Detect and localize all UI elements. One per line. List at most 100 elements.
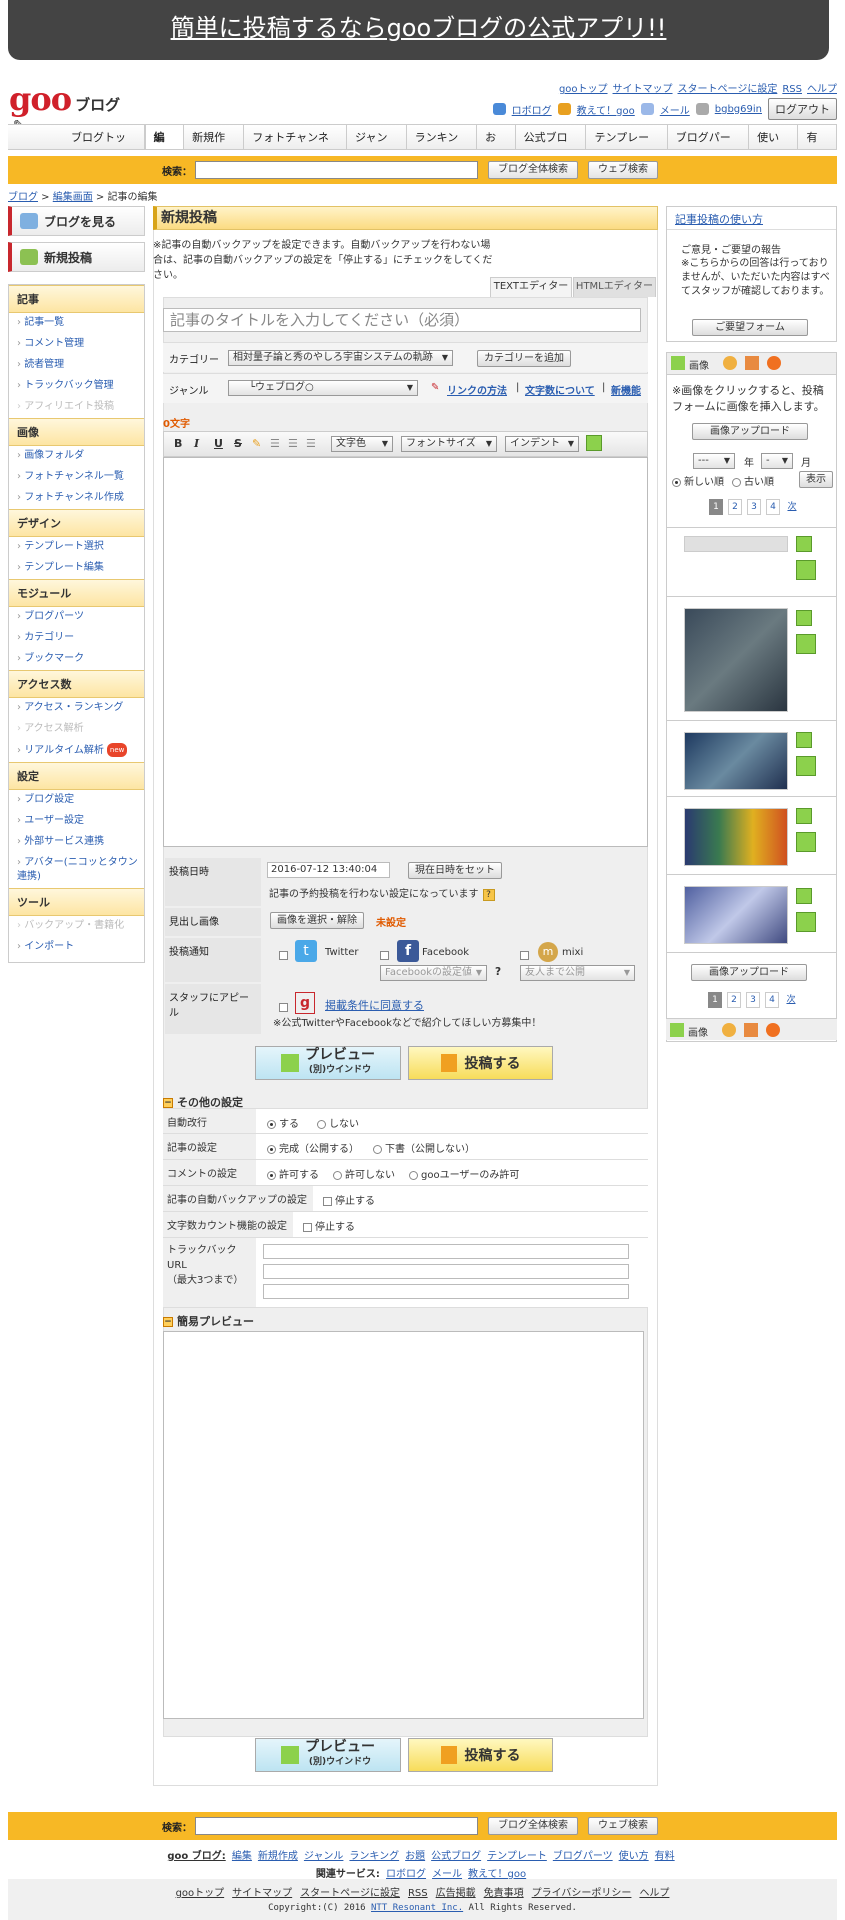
footer-search-input[interactable] — [195, 1817, 478, 1835]
help-link[interactable]: 記事投稿の使い方 — [675, 211, 763, 227]
nav-howto[interactable]: 使い方 — [749, 125, 799, 169]
sidebar-item-realtime[interactable]: リアルタイム解析new — [9, 740, 144, 762]
bottom-link[interactable]: 免責事項 — [484, 1888, 524, 1899]
page-next[interactable]: 次 — [784, 993, 798, 1009]
italic-button[interactable]: I — [194, 437, 199, 450]
month-select[interactable]: - — [761, 453, 793, 469]
nav-new[interactable]: 新規作成 — [184, 125, 245, 169]
link-oshiete[interactable]: 教えて！goo — [577, 102, 635, 117]
emoji-tab-icon[interactable] — [723, 356, 737, 370]
add-category-button[interactable]: カテゴリーを追加 — [477, 350, 571, 367]
facebook-setting-select[interactable]: Facebookの設定値 — [380, 965, 487, 981]
goo-blog-logo[interactable]: gooブログ✎ — [9, 80, 124, 134]
page-1[interactable]: 1 — [709, 499, 723, 515]
sidebar-item-article-list[interactable]: 記事一覧 — [9, 313, 144, 334]
radio-oldest[interactable] — [732, 477, 741, 487]
footer-link[interactable]: 新規作成 — [258, 1851, 298, 1862]
link-char-about[interactable]: 文字数について — [525, 382, 595, 397]
preview-heading[interactable]: − 簡易プレビュー — [163, 1313, 254, 1329]
logout-button[interactable]: ログアウト — [768, 98, 837, 120]
radio-goo-only[interactable] — [409, 1170, 418, 1180]
bottom-link[interactable]: 広告掲載 — [436, 1888, 476, 1899]
footer-web-search-button[interactable]: ウェブ検索 — [588, 1817, 658, 1835]
nav-ranking[interactable]: ランキング — [407, 125, 478, 169]
bottom-link[interactable]: RSS — [408, 1888, 428, 1899]
insert-large-icon[interactable] — [796, 560, 816, 580]
charcount-stop-checkbox[interactable] — [303, 1222, 312, 1232]
sidebar-item-image-folder[interactable]: 画像フォルダ — [9, 446, 144, 467]
post-button[interactable]: 投稿する — [408, 1046, 553, 1080]
select-image-button[interactable]: 画像を選択・解除 — [270, 912, 364, 929]
page-3[interactable]: 3 — [747, 499, 761, 515]
nav-paid[interactable]: 有料 — [798, 125, 837, 169]
insert-large-icon[interactable] — [796, 832, 816, 852]
facebook-checkbox[interactable] — [380, 951, 389, 960]
link-robolog[interactable]: ロボログ — [512, 102, 552, 117]
footer-link[interactable]: 有料 — [655, 1851, 675, 1862]
footer-link[interactable]: 公式ブログ — [431, 1851, 481, 1862]
fb-help-icon[interactable]: ? — [495, 966, 501, 978]
ntt-link[interactable]: NTT Resonant Inc. — [371, 1903, 463, 1913]
image-thumb-5[interactable] — [684, 886, 788, 944]
page-2[interactable]: 2 — [727, 992, 741, 1008]
date-input[interactable]: 2016-07-12 13:40:04 — [267, 862, 390, 878]
bottom-link[interactable]: サイトマップ — [232, 1888, 292, 1899]
preview-button-bottom[interactable]: プレビュー (別)ウインドウ — [255, 1738, 401, 1772]
image-upload-button-bottom[interactable]: 画像アップロード — [691, 964, 807, 981]
link-howto[interactable]: リンクの方法 — [447, 382, 507, 397]
new-post-button[interactable]: 新規投稿 — [8, 242, 145, 272]
highlight-icon[interactable]: ✎ — [252, 437, 261, 450]
font-color-select[interactable]: 文字色 — [331, 436, 393, 452]
stamp-tab-icon[interactable] — [766, 1023, 780, 1037]
sidebar-item-template-edit[interactable]: テンプレート編集 — [9, 558, 144, 579]
footer-link[interactable]: ブログパーツ — [553, 1851, 613, 1862]
set-now-button[interactable]: 現在日時をセット — [408, 862, 502, 879]
font-size-select[interactable]: フォントサイズ — [401, 436, 497, 452]
insert-large-icon[interactable] — [796, 912, 816, 932]
image-upload-button[interactable]: 画像アップロード — [692, 423, 808, 440]
sidebar-item-bookmark[interactable]: ブックマーク — [9, 649, 144, 670]
page-2[interactable]: 2 — [728, 499, 742, 515]
crumb-blog[interactable]: ブログ — [8, 192, 38, 203]
link-help[interactable]: ヘルプ — [807, 84, 837, 95]
link-sitemap[interactable]: サイトマップ — [613, 84, 673, 95]
insert-large-icon[interactable] — [796, 756, 816, 776]
radio-on[interactable] — [267, 1119, 276, 1129]
footer-link[interactable]: お題 — [405, 1851, 425, 1862]
help-icon[interactable]: ? — [482, 889, 495, 901]
image-thumb-2[interactable] — [684, 608, 788, 712]
trackback-input-3[interactable] — [263, 1284, 629, 1299]
footer-blog-search-button[interactable]: ブログ全体検索 — [488, 1817, 578, 1835]
link-startpage[interactable]: スタートページに設定 — [678, 84, 778, 95]
view-blog-button[interactable]: ブログを見る — [8, 206, 145, 236]
post-button-bottom[interactable]: 投稿する — [408, 1738, 553, 1772]
tab-html-editor[interactable]: HTMLエディター — [573, 277, 656, 297]
footer-link[interactable]: ランキング — [349, 1851, 399, 1862]
page-next[interactable]: 次 — [785, 500, 799, 516]
category-select[interactable]: 相対量子論と秀のやしろ宇宙システムの軌跡 — [228, 350, 453, 366]
appeal-checkbox[interactable] — [279, 1003, 288, 1012]
search-input[interactable] — [195, 161, 478, 179]
link-mail[interactable]: メール — [660, 102, 690, 117]
user-name[interactable]: bgbg69in — [715, 104, 762, 115]
image-tab-bottom[interactable]: 画像 — [688, 1024, 708, 1039]
sidebar-item-readers[interactable]: 読者管理 — [9, 355, 144, 376]
radio-deny[interactable] — [333, 1170, 342, 1180]
nav-photo-channel[interactable]: フォトチャンネル — [244, 125, 348, 169]
nav-parts[interactable]: ブログパーツ — [668, 125, 750, 169]
body-editor[interactable] — [163, 457, 648, 847]
sidebar-item-trackback[interactable]: トラックバック管理 — [9, 376, 144, 397]
nav-edit[interactable]: 編集 — [144, 125, 185, 169]
radio-allow[interactable] — [267, 1170, 276, 1180]
insert-small-icon[interactable] — [796, 536, 812, 552]
bottom-link[interactable]: gooトップ — [176, 1888, 225, 1899]
sidebar-item-blog-settings[interactable]: ブログ設定 — [9, 790, 144, 811]
sidebar-item-comments[interactable]: コメント管理 — [9, 334, 144, 355]
page-4[interactable]: 4 — [765, 992, 779, 1008]
show-button[interactable]: 表示 — [799, 471, 833, 488]
nav-genre[interactable]: ジャンル — [347, 125, 407, 169]
insert-small-icon[interactable] — [796, 610, 812, 626]
title-input[interactable]: 記事のタイトルを入力してください（必須） — [163, 308, 641, 332]
sidebar-item-category[interactable]: カテゴリー — [9, 628, 144, 649]
deco-tab-icon[interactable] — [744, 1023, 758, 1037]
